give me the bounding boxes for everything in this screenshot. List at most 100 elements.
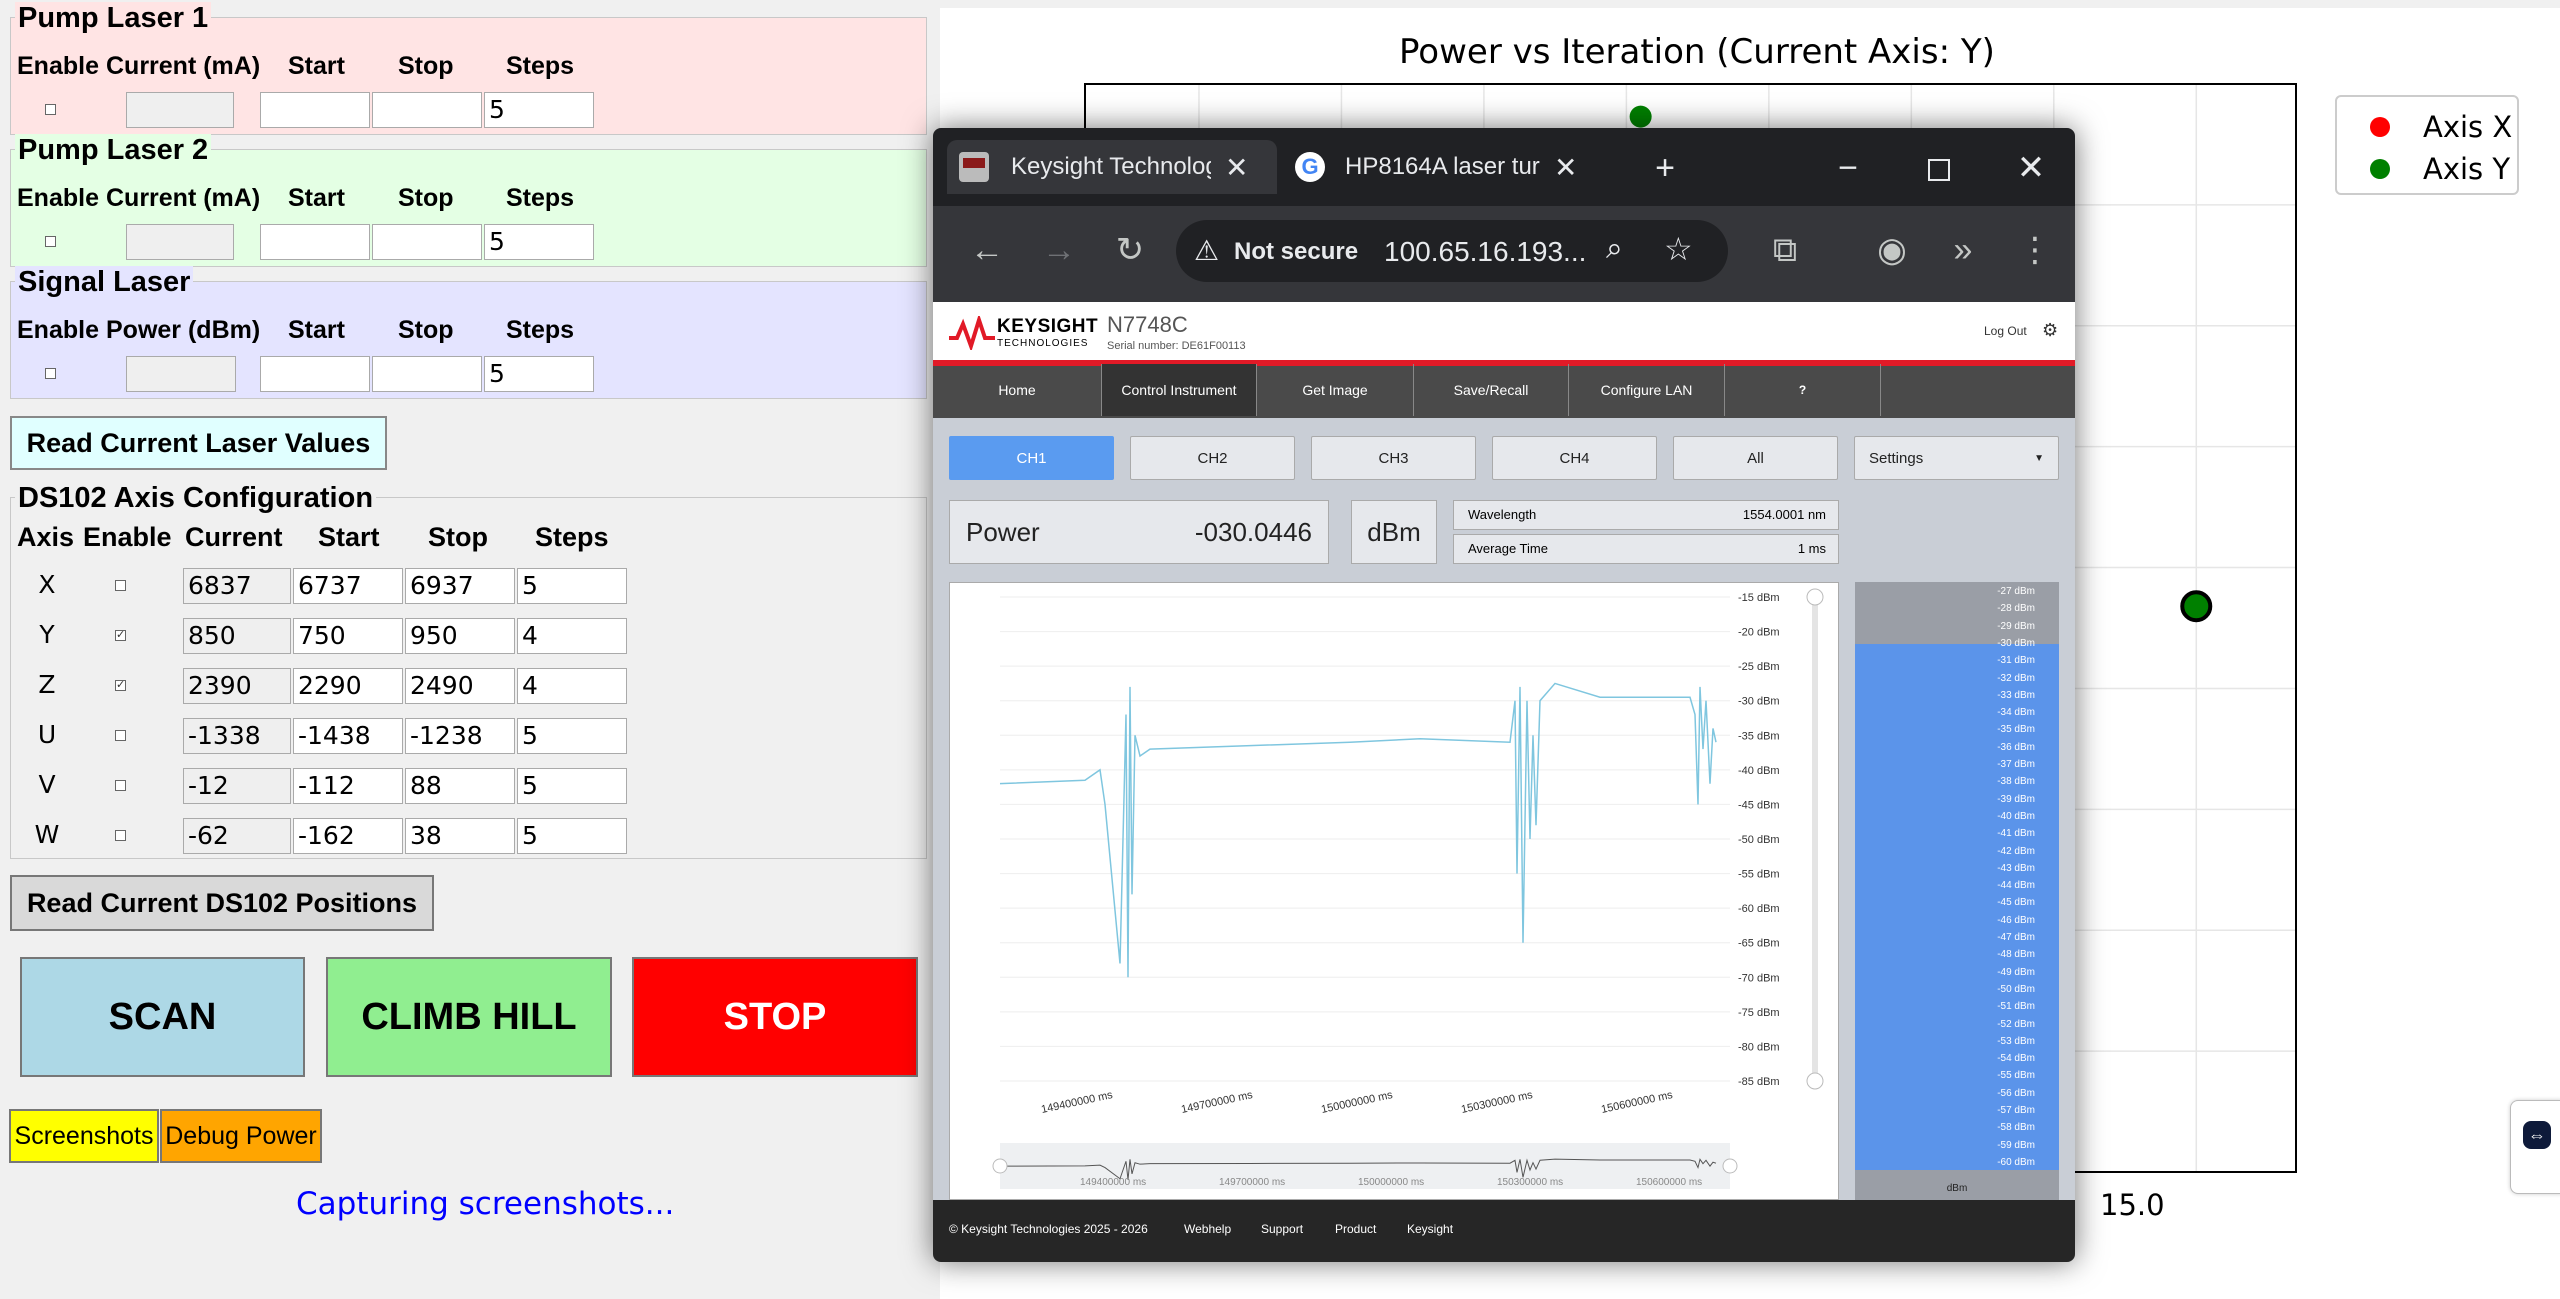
menu-control-instrument[interactable]: Control Instrument: [1102, 364, 1257, 416]
header-steps: Steps: [535, 522, 609, 552]
climb-hill-button[interactable]: CLIMB HILL: [326, 957, 612, 1077]
header-stop: Stop: [398, 52, 454, 80]
axis-y-stop-input[interactable]: 950: [405, 618, 515, 654]
axis-w-stop-input[interactable]: 38: [405, 818, 515, 854]
minimize-icon[interactable]: −: [1826, 146, 1870, 190]
axis-x-stop-input[interactable]: 6937: [405, 568, 515, 604]
browser-tab-keysight[interactable]: Keysight Technologies ✕: [947, 140, 1277, 194]
axis-z-steps-input[interactable]: 4: [517, 668, 627, 704]
remote-support-side-tab[interactable]: ⇔: [2510, 1100, 2560, 1194]
channel-all-button[interactable]: All: [1673, 436, 1838, 480]
axis-v-steps-input[interactable]: 5: [517, 768, 627, 804]
axis-x-start-input[interactable]: 6737: [293, 568, 403, 604]
axis-x-enable-checkbox[interactable]: [115, 580, 126, 591]
header-power: Power (dBm): [106, 316, 261, 344]
pump-laser-1-steps-input[interactable]: 5: [484, 92, 594, 128]
menu-home[interactable]: Home: [933, 364, 1102, 416]
menu-help[interactable]: ?: [1725, 364, 1881, 416]
signal-laser-start-input[interactable]: [260, 356, 370, 392]
logger-x-tick-label: 150300000 ms: [1460, 1089, 1534, 1116]
tab-title: HP8164A laser turn on: [1345, 153, 1540, 180]
pump-laser-2-enable-checkbox[interactable]: [45, 236, 56, 247]
signal-laser-stop-input[interactable]: [372, 356, 482, 392]
extensions-icon[interactable]: ⧉: [1763, 228, 1807, 272]
settings-dropdown[interactable]: Settings ▼: [1854, 436, 2059, 480]
axis-z-start-input[interactable]: 2290: [293, 668, 403, 704]
logger-x-tick-label: 150000000 ms: [1320, 1089, 1394, 1116]
pump-laser-1-stop-input[interactable]: [372, 92, 482, 128]
power-level-bar: -27 dBm -28 dBm -29 dBm -30 dBm -31 dBm -32 d…: [1855, 582, 2059, 1200]
header-start: Start: [288, 184, 345, 212]
keysight-web-page: KEYSIGHT TECHNOLOGIES N7748C Serial numb…: [933, 302, 2075, 1262]
stop-button[interactable]: STOP: [632, 957, 918, 1077]
axis-z-stop-input[interactable]: 2490: [405, 668, 515, 704]
read-ds102-positions-button[interactable]: Read Current DS102 Positions: [10, 875, 434, 931]
pump-laser-2-steps-input[interactable]: 5: [484, 224, 594, 260]
menu-configure-lan[interactable]: Configure LAN: [1569, 364, 1725, 416]
axis-u-enable-checkbox[interactable]: [115, 730, 126, 741]
axis-u-steps-input[interactable]: 5: [517, 718, 627, 754]
forward-icon[interactable]: →: [1037, 228, 1081, 272]
back-icon[interactable]: ←: [965, 228, 1009, 272]
axis-u-start-input[interactable]: -1438: [293, 718, 403, 754]
pump-laser-2-start-input[interactable]: [260, 224, 370, 260]
signal-laser-enable-checkbox[interactable]: [45, 368, 56, 379]
header-enable: Enable: [17, 52, 99, 80]
axis-v-enable-checkbox[interactable]: [115, 780, 126, 791]
channel-ch2-button[interactable]: CH2: [1130, 436, 1295, 480]
pump-laser-2-group: Pump Laser 2 Enable Current (mA) Start S…: [10, 134, 927, 267]
axis-u-stop-input[interactable]: -1238: [405, 718, 515, 754]
footer-link-keysight[interactable]: Keysight: [1407, 1222, 1453, 1236]
level-scale-label: -36 dBm: [1997, 741, 2035, 753]
screenshots-button[interactable]: Screenshots: [9, 1109, 159, 1163]
zoom-icon[interactable]: ⌕: [1606, 232, 1623, 266]
scan-button[interactable]: SCAN: [20, 957, 305, 1077]
pump-laser-2-stop-input[interactable]: [372, 224, 482, 260]
more-tools-icon[interactable]: »: [1941, 228, 1985, 272]
reload-icon[interactable]: ↻: [1108, 228, 1152, 272]
menu-save-recall[interactable]: Save/Recall: [1414, 364, 1569, 416]
read-laser-values-button[interactable]: Read Current Laser Values: [10, 416, 387, 470]
axis-w-start-input[interactable]: -162: [293, 818, 403, 854]
axis-x-steps-input[interactable]: 5: [517, 568, 627, 604]
address-bar[interactable]: ⚠ Not secure 100.65.16.193... ⌕ ☆: [1176, 220, 1728, 282]
axis-y-enable-checkbox[interactable]: ✓: [115, 630, 126, 641]
channel-ch3-button[interactable]: CH3: [1311, 436, 1476, 480]
debug-power-button[interactable]: Debug Power: [160, 1109, 322, 1163]
level-scale-label: -33 dBm: [1997, 689, 2035, 701]
close-window-icon[interactable]: ✕: [2009, 146, 2053, 190]
browser-tab-google[interactable]: G HP8164A laser turn on ✕: [1283, 140, 1593, 194]
signal-laser-power-field: [126, 356, 236, 392]
footer-link-product[interactable]: Product: [1335, 1222, 1376, 1236]
copyright-text: © Keysight Technologies 2025 - 2026: [949, 1222, 1148, 1236]
axis-z-enable-checkbox[interactable]: ✓: [115, 680, 126, 691]
axis-w-enable-checkbox[interactable]: [115, 830, 126, 841]
footer-link-webhelp[interactable]: Webhelp: [1184, 1222, 1231, 1236]
channel-ch1-button[interactable]: CH1: [949, 436, 1114, 480]
signal-laser-steps-input[interactable]: 5: [484, 356, 594, 392]
axis-y-start-input[interactable]: 750: [293, 618, 403, 654]
axis-v-stop-input[interactable]: 88: [405, 768, 515, 804]
close-tab-icon[interactable]: ✕: [1554, 151, 1577, 184]
pump-laser-1-enable-checkbox[interactable]: [45, 104, 56, 115]
axis-v-start-input[interactable]: -112: [293, 768, 403, 804]
footer-link-support[interactable]: Support: [1261, 1222, 1303, 1236]
menu-kebab-icon[interactable]: ⋮: [2013, 228, 2057, 272]
power-readout: Power -030.0446: [949, 500, 1329, 564]
channel-ch4-button[interactable]: CH4: [1492, 436, 1657, 480]
profile-icon[interactable]: ◉: [1870, 228, 1914, 272]
logger-x-tick-label: 149400000 ms: [1040, 1089, 1114, 1116]
power-logger-graph: -15 dBm -20 dBm -25 dBm -30 dBm -35 dBm -40 d…: [949, 582, 1839, 1200]
logout-link[interactable]: Log Out: [1984, 324, 2027, 338]
level-scale-label: -53 dBm: [1997, 1035, 2035, 1047]
maximize-icon[interactable]: [1917, 146, 1961, 190]
pump-laser-1-start-input[interactable]: [260, 92, 370, 128]
close-tab-icon[interactable]: ✕: [1225, 151, 1248, 184]
header-enable: Enable: [17, 184, 99, 212]
axis-w-steps-input[interactable]: 5: [517, 818, 627, 854]
bookmark-star-icon[interactable]: ☆: [1664, 230, 1693, 268]
menu-get-image[interactable]: Get Image: [1257, 364, 1414, 416]
new-tab-icon[interactable]: +: [1643, 146, 1687, 190]
axis-y-steps-input[interactable]: 4: [517, 618, 627, 654]
settings-gear-icon[interactable]: ⚙: [2042, 320, 2058, 341]
